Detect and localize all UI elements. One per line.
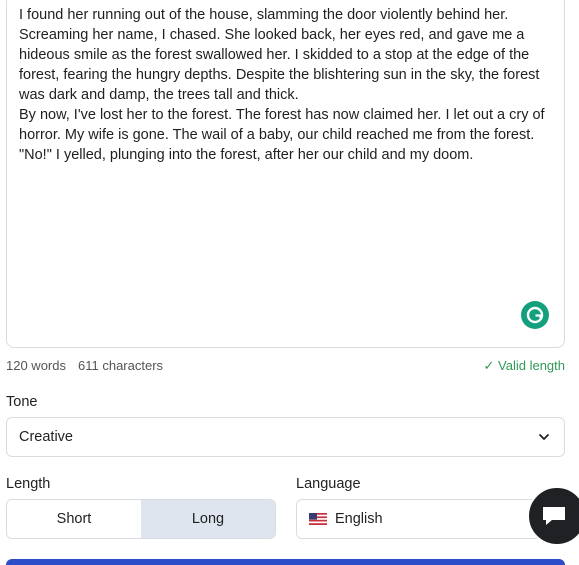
length-short-button[interactable]: Short <box>7 500 141 538</box>
length-toggle: Short Long <box>6 499 276 539</box>
editor-text[interactable]: I found her running out of the house, sl… <box>19 5 559 165</box>
chat-button[interactable] <box>527 486 579 546</box>
valid-length-status: ✓ Valid length <box>483 358 565 373</box>
tone-selected-value: Creative <box>19 429 73 445</box>
language-label: Language <box>296 476 361 492</box>
chat-bubble-icon <box>543 507 565 525</box>
primary-action-button[interactable] <box>6 559 565 565</box>
length-long-button[interactable]: Long <box>141 500 275 538</box>
chevron-down-icon <box>539 434 549 440</box>
tone-label: Tone <box>6 394 38 410</box>
us-flag-icon <box>309 513 327 525</box>
length-label: Length <box>6 476 51 492</box>
character-count: 611 characters <box>78 358 164 373</box>
tone-select[interactable]: Creative <box>6 417 565 457</box>
language-select[interactable]: English <box>296 499 565 539</box>
grammarly-icon[interactable] <box>521 301 549 329</box>
language-selected-value: English <box>335 511 383 527</box>
text-editor[interactable]: I found her running out of the house, sl… <box>6 0 565 348</box>
word-count: 120 words <box>6 358 66 373</box>
